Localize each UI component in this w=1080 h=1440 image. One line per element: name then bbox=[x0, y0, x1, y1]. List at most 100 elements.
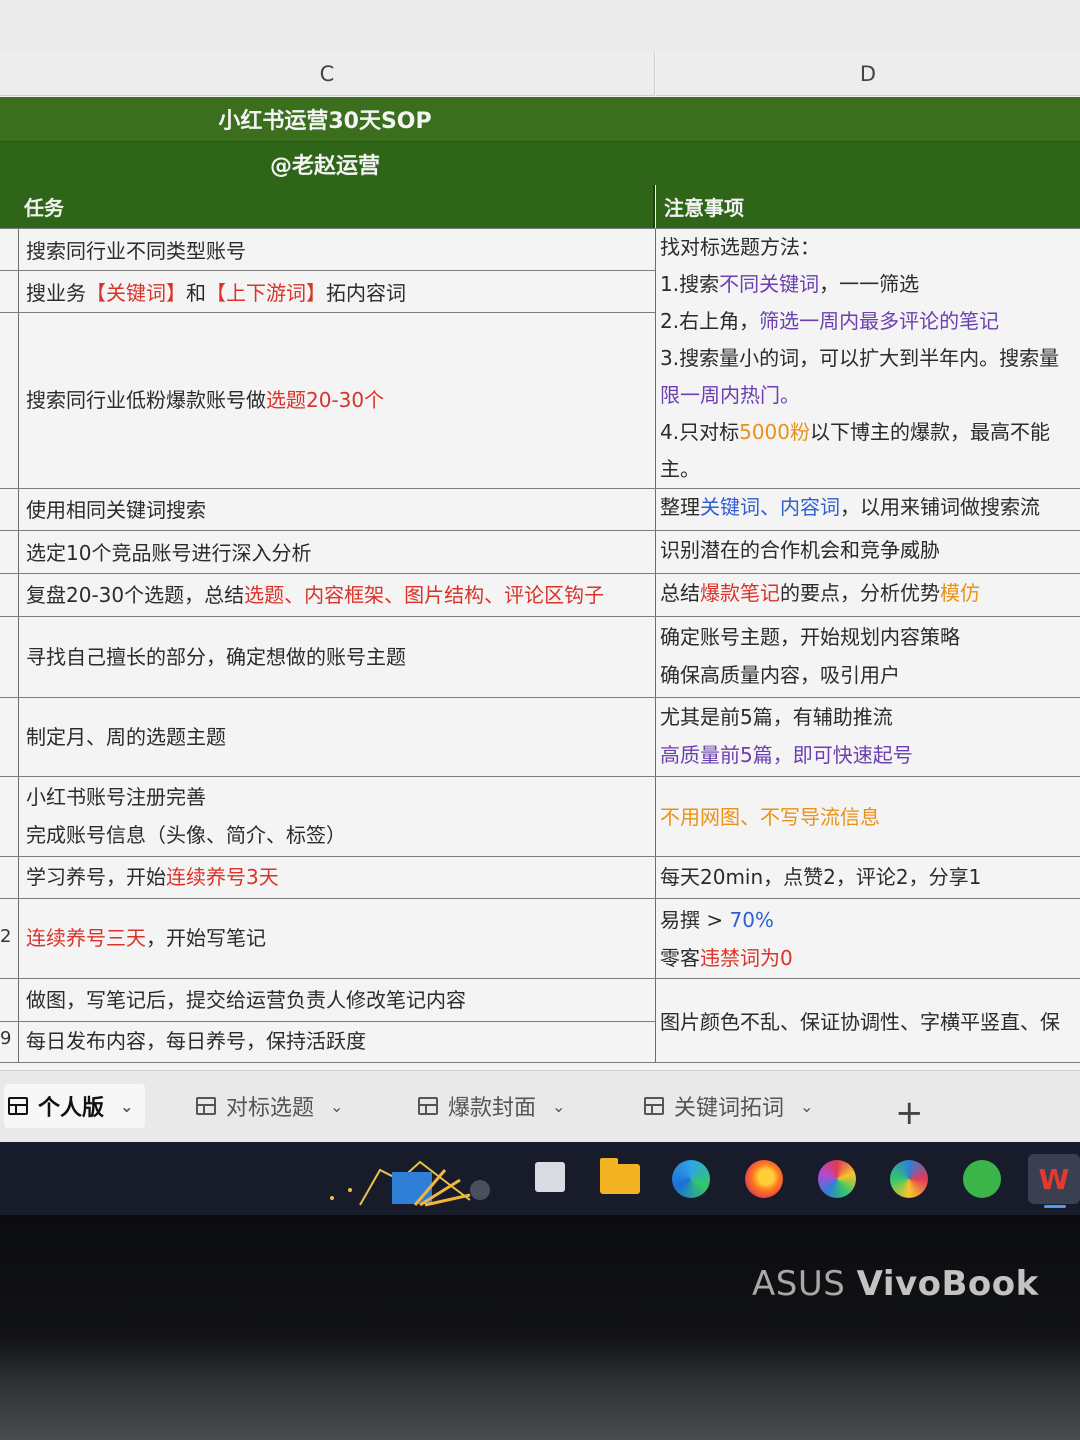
task-cell[interactable]: 搜业务【关键词】和【上下游词】拓内容词 bbox=[26, 274, 654, 312]
note-highlight: 违禁词为0 bbox=[700, 946, 793, 970]
file-explorer-icon[interactable] bbox=[600, 1158, 640, 1194]
ie-icon[interactable] bbox=[963, 1160, 1001, 1198]
sheet-grid-icon bbox=[196, 1097, 216, 1115]
chevron-down-icon[interactable]: ⌄ bbox=[330, 1097, 343, 1116]
keyword-highlight: 【上下游词】 bbox=[206, 281, 326, 305]
note-text: 整理 bbox=[660, 495, 700, 519]
task-cell[interactable]: 小红书账号注册完善 bbox=[26, 778, 654, 816]
tab-label: 爆款封面 bbox=[448, 1096, 537, 1121]
grid-line bbox=[0, 978, 1080, 979]
task-cell[interactable]: 使用相同关键词搜索 bbox=[26, 491, 654, 529]
task-highlight: 选题、内容框架、图片结构、评论区钩子 bbox=[244, 583, 605, 607]
widgets-icon[interactable] bbox=[320, 1150, 490, 1210]
row-number[interactable]: 9 bbox=[0, 1028, 11, 1049]
chevron-down-icon[interactable]: ⌄ bbox=[120, 1097, 133, 1116]
note-highlight: 关键词、内容词 bbox=[700, 495, 840, 519]
note-text: 以下博主的爆款，最高不能 bbox=[810, 420, 1050, 444]
notes-line: 零客违禁词为0 bbox=[660, 939, 1080, 977]
notes-cell[interactable]: 总结爆款笔记的要点，分析优势模仿 bbox=[660, 574, 1080, 612]
laptop-brand: ASUS VivoBook bbox=[752, 1264, 1039, 1304]
notes-line: 限一周内热门。 bbox=[660, 383, 800, 407]
grid-line bbox=[0, 856, 1080, 857]
notes-line: 高质量前5篇，即可快速起号 bbox=[660, 743, 913, 767]
sheet-title[interactable]: 小红书运营30天SOP bbox=[0, 97, 1080, 141]
tab-label: 对标选题 bbox=[226, 1096, 315, 1121]
task-text: 复盘20-30个选题，总结 bbox=[26, 583, 245, 607]
row-number[interactable]: 2 bbox=[0, 926, 11, 947]
task-cell[interactable]: 做图，写笔记后，提交给运营负责人修改笔记内容 bbox=[26, 981, 654, 1019]
header-task[interactable]: 任务 bbox=[0, 185, 655, 228]
add-sheet-button[interactable]: + bbox=[895, 1096, 924, 1130]
task-cell[interactable]: 复盘20-30个选题，总结选题、内容框架、图片结构、评论区钩子 bbox=[26, 576, 654, 614]
grid-vline-mid bbox=[655, 228, 656, 1063]
laptop-bezel bbox=[0, 1215, 1080, 1440]
notes-cell[interactable]: 尤其是前5篇，有辅助推流 bbox=[660, 698, 1080, 736]
browser-icon-2[interactable] bbox=[890, 1160, 928, 1198]
notes-cell[interactable]: 识别潜在的合作机会和竞争威胁 bbox=[660, 531, 1080, 569]
notes-line: 1.搜索不同关键词，一一筛选 bbox=[660, 265, 1080, 303]
sheet-subtitle[interactable]: @老赵运营 bbox=[0, 141, 1080, 185]
column-header-c[interactable]: C bbox=[0, 52, 655, 96]
notes-cell[interactable]: 每天20min，点赞2，评论2，分享1 bbox=[660, 858, 1080, 896]
taskbar: W bbox=[0, 1142, 1080, 1215]
grid-line bbox=[0, 1062, 1080, 1063]
chevron-down-icon[interactable]: ⌄ bbox=[800, 1097, 813, 1116]
sheet-grid-icon bbox=[8, 1097, 28, 1115]
note-highlight: 筛选一周内最多评论的笔记 bbox=[759, 309, 1000, 333]
task-cell[interactable]: 连续养号三天，开始写笔记 bbox=[26, 919, 654, 957]
grid-line bbox=[0, 776, 1080, 777]
edge-icon[interactable] bbox=[672, 1160, 710, 1198]
task-text: ，开始写笔记 bbox=[146, 926, 266, 950]
note-highlight: 不同关键词 bbox=[719, 272, 820, 296]
grid-line bbox=[0, 898, 1080, 899]
note-text: 的要点，分析优势 bbox=[780, 581, 940, 605]
task-cell[interactable]: 每日发布内容，每日养号，保持活跃度 bbox=[26, 1022, 654, 1060]
tab-viral-covers[interactable]: 爆款封面 ⌄ bbox=[418, 1084, 565, 1128]
grid-line bbox=[0, 270, 655, 271]
note-highlight: 模仿 bbox=[940, 581, 980, 605]
notes-cell[interactable]: 找对标选题方法： bbox=[660, 228, 1080, 266]
notes-cell[interactable]: 不用网图、不写导流信息 bbox=[660, 798, 1080, 836]
column-header-d[interactable]: D bbox=[656, 52, 1080, 96]
task-view-icon[interactable] bbox=[535, 1162, 565, 1192]
note-text: ，一一筛选 bbox=[819, 272, 920, 296]
task-cell[interactable]: 搜索同行业低粉爆款账号做选题20-30个 bbox=[26, 381, 654, 419]
tab-keyword-expansion[interactable]: 关键词拓词 ⌄ bbox=[644, 1084, 813, 1128]
task-highlight: 连续养号三天 bbox=[26, 926, 146, 950]
task-cell[interactable]: 搜索同行业不同类型账号 bbox=[26, 232, 654, 270]
task-cell[interactable]: 学习养号，开始连续养号3天 bbox=[26, 858, 654, 896]
note-text: 零客 bbox=[660, 946, 700, 970]
header-notes[interactable]: 注意事项 bbox=[656, 185, 1080, 228]
notes-line: 确保高质量内容，吸引用户 bbox=[660, 663, 900, 687]
note-text: 4.只对标 bbox=[660, 420, 740, 444]
chevron-down-icon[interactable]: ⌄ bbox=[552, 1097, 565, 1116]
note-text: 总结 bbox=[660, 581, 700, 605]
note-highlight: 爆款笔记 bbox=[700, 581, 780, 605]
browser-icon[interactable] bbox=[818, 1160, 856, 1198]
toolbar-area bbox=[0, 0, 1080, 52]
notes-cell[interactable]: 图片颜色不乱、保证协调性、字横平竖直、保 bbox=[660, 1003, 1080, 1041]
notes-line: 2.右上角，筛选一周内最多评论的笔记 bbox=[660, 302, 1080, 340]
brand-model: VivoBook bbox=[856, 1264, 1039, 1304]
task-cell[interactable]: 选定10个竞品账号进行深入分析 bbox=[26, 534, 654, 572]
tab-benchmark-topics[interactable]: 对标选题 ⌄ bbox=[196, 1084, 343, 1128]
task-cell[interactable]: 寻找自己擅长的部分，确定想做的账号主题 bbox=[26, 638, 654, 676]
grid-vline-left bbox=[18, 228, 19, 1063]
notes-cell[interactable]: 易撰 > 70% bbox=[660, 901, 1080, 939]
tab-personal[interactable]: 个人版 ⌄ bbox=[4, 1084, 146, 1128]
task-line: 完成账号信息（头像、简介、标签） bbox=[26, 823, 346, 847]
tab-label: 个人版 bbox=[38, 1096, 105, 1121]
task-highlight: 连续养号3天 bbox=[166, 865, 279, 889]
note-text: 2.右上角， bbox=[660, 309, 760, 333]
task-text: 搜业务 bbox=[26, 281, 86, 305]
notes-cell[interactable]: 整理关键词、内容词，以用来铺词做搜索流 bbox=[660, 488, 1080, 526]
task-highlight: 选题20-30个 bbox=[266, 388, 385, 412]
wps-icon[interactable]: W bbox=[1028, 1154, 1080, 1208]
notes-line: 主。 bbox=[660, 457, 700, 481]
notes-cell[interactable]: 确定账号主题，开始规划内容策略 bbox=[660, 618, 1080, 656]
task-cell[interactable]: 制定月、周的选题主题 bbox=[26, 718, 654, 756]
brand-maker: ASUS bbox=[752, 1264, 846, 1304]
note-highlight: 70% bbox=[729, 908, 774, 932]
notes-line: 4.只对标5000粉以下博主的爆款，最高不能 bbox=[660, 413, 1080, 451]
firefox-icon[interactable] bbox=[745, 1160, 783, 1198]
